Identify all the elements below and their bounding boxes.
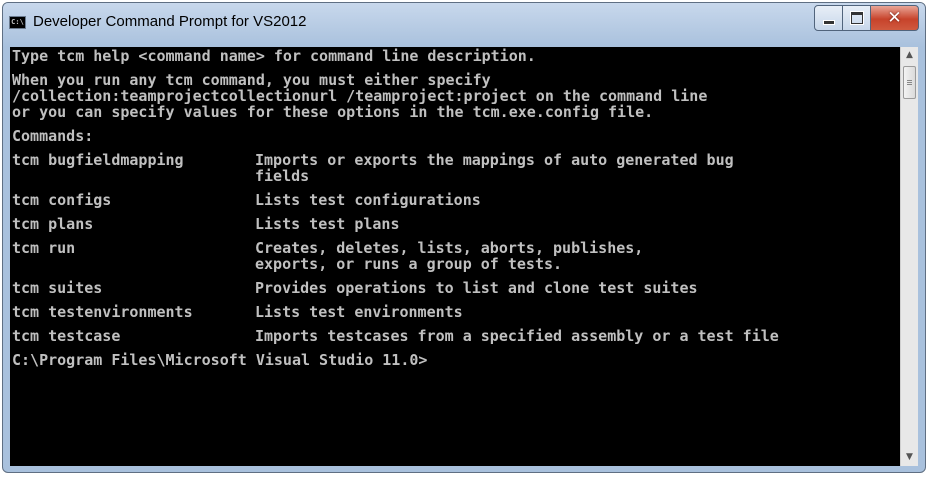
commands-header: Commands:: [12, 127, 94, 145]
command-name: tcm run: [12, 239, 76, 257]
maximize-button[interactable]: [843, 5, 871, 31]
command-name: tcm suites: [12, 279, 103, 297]
usage-line-3: or you can specify values for these opti…: [12, 103, 654, 121]
command-description: Creates, deletes, lists, aborts, publish…: [255, 239, 644, 257]
grip-icon: [907, 84, 912, 85]
close-icon: ✕: [887, 8, 902, 28]
command-name: tcm testenvironments: [12, 303, 193, 321]
grip-icon: [907, 80, 912, 81]
usage-line-2: /collection:teamprojectcollectionurl /te…: [12, 87, 708, 105]
arrow-up-icon[interactable]: ▲: [901, 47, 918, 64]
scrollbar-thumb[interactable]: [903, 66, 916, 99]
minimize-icon: [822, 19, 835, 25]
maximize-icon: [850, 12, 863, 24]
title-bar[interactable]: C:\ Developer Command Prompt for VS2012 …: [3, 3, 925, 47]
minimize-button[interactable]: [814, 5, 843, 31]
command-description: Imports testcases from a specified assem…: [255, 327, 779, 345]
grip-icon: [907, 82, 912, 83]
window-title: Developer Command Prompt for VS2012: [33, 13, 307, 30]
close-button[interactable]: ✕: [871, 5, 919, 31]
command-description: Lists test plans: [255, 215, 400, 233]
command-name: tcm bugfieldmapping: [12, 151, 184, 169]
intro-line: Type tcm help <command name> for command…: [12, 47, 536, 65]
command-name: tcm testcase: [12, 327, 121, 345]
vertical-scrollbar[interactable]: ▲ ▼: [900, 47, 918, 466]
console-output[interactable]: Type tcm help <command name> for command…: [10, 47, 900, 466]
arrow-down-icon[interactable]: ▼: [901, 449, 918, 466]
command-prompt[interactable]: C:\Program Files\Microsoft Visual Studio…: [12, 352, 427, 368]
command-description: Lists test environments: [255, 303, 463, 321]
command-description: Lists test configurations: [255, 191, 481, 209]
console-app-icon[interactable]: C:\: [9, 16, 26, 29]
command-description: Provides operations to list and clone te…: [255, 279, 698, 297]
window-controls: ✕: [814, 5, 919, 31]
command-name: tcm configs: [12, 191, 112, 209]
command-description-continued: fields: [255, 167, 310, 185]
usage-line-1: When you run any tcm command, you must e…: [12, 71, 491, 89]
command-description: Imports or exports the mappings of auto …: [255, 151, 734, 169]
console-window[interactable]: C:\ Developer Command Prompt for VS2012 …: [2, 2, 926, 473]
command-description-continued: exports, or runs a group of tests.: [255, 255, 563, 273]
command-name: tcm plans: [12, 215, 94, 233]
